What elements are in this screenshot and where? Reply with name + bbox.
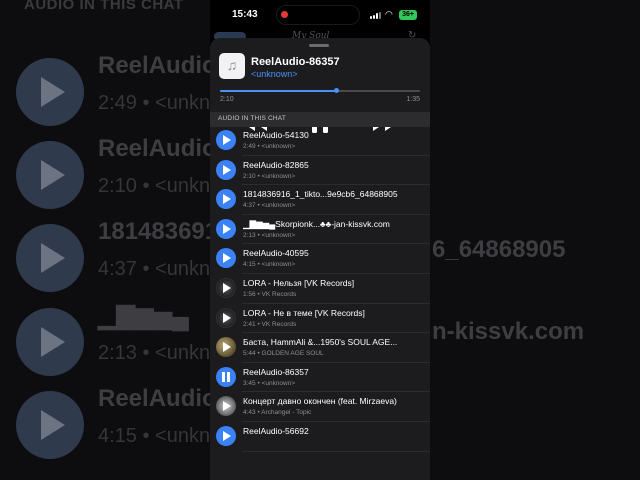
track-title: 1814836916_1_tikto...9e9cb6_64868905 — [243, 189, 398, 200]
track-title: Концерт давно окончен (feat. Mirzaeva) — [243, 396, 397, 407]
background-row-subtitle: 4:15 • <unkn — [98, 425, 211, 447]
track-row[interactable]: LORA - Не в теме [VK Records] 2:41 • VK R… — [210, 304, 430, 334]
wifi-icon: ◠ — [385, 9, 393, 19]
track-row[interactable]: 1814836916_1_tikto...9e9cb6_64868905 4:37… — [210, 185, 430, 215]
background-row-subtitle: 2:49 • <unkn — [98, 92, 211, 114]
track-meta: 2:41 • VK Records — [243, 320, 297, 328]
album-thumbnail-play-icon[interactable] — [216, 307, 236, 328]
duration-time: 1:35 — [406, 96, 420, 103]
play-icon[interactable] — [216, 189, 236, 210]
track-meta: 5:44 • GOLDEN AGE SOUL — [243, 350, 324, 358]
track-row[interactable]: ReelAudio-86357 3:45 • <unknown> — [210, 363, 430, 393]
track-row[interactable]: ReelAudio-40595 4:15 • <unknown> — [210, 244, 430, 274]
recording-indicator-icon — [281, 11, 288, 18]
background-row-title: 181483691 — [98, 218, 219, 245]
background-row-subtitle: 4:37 • <unkn — [98, 258, 211, 280]
play-icon — [16, 224, 84, 292]
track-row[interactable]: ▁▇▆▅▄Skorpionk...♣♣-jan-kissvk.com 2:13 •… — [210, 215, 430, 245]
track-row[interactable]: ReelAudio-54130 2:49 • <unknown> — [210, 126, 430, 156]
track-title: LORA - Не в теме [VK Records] — [243, 307, 365, 318]
track-title: ReelAudio-82865 — [243, 159, 309, 170]
track-meta: 2:13 • <unknown> — [243, 231, 296, 239]
elapsed-time: 2:10 — [220, 96, 234, 103]
track-row[interactable]: ReelAudio-56692 — [210, 422, 430, 452]
background-row-title: ReelAudio — [98, 52, 217, 79]
track-title: ReelAudio-40595 — [243, 248, 309, 259]
track-meta: 2:49 • <unknown> — [243, 143, 296, 150]
track-meta: 3:45 • <unknown> — [243, 379, 296, 387]
progress-fill — [220, 90, 336, 92]
background-row-title: ▁▇▆▅▄ — [98, 303, 189, 330]
album-art: ♫ — [219, 53, 245, 79]
play-icon — [16, 141, 84, 209]
track-row[interactable]: Баста, HammAli &...1950's SOUL AGE... 5:4… — [210, 333, 430, 363]
background-section-header: AUDIO IN THIS CHAT — [24, 0, 184, 13]
battery-icon: 36+ — [399, 10, 417, 20]
progress-scrubber[interactable] — [220, 88, 420, 93]
section-header-label: AUDIO IN THIS CHAT — [218, 115, 287, 122]
track-meta: 2:10 • <unknown> — [243, 172, 296, 180]
background-row-subtitle: 2:10 • <unkn — [98, 175, 211, 197]
now-playing-title: ReelAudio-86357 — [251, 56, 340, 68]
track-row[interactable]: Концерт давно окончен (feat. Mirzaeva) 4:… — [210, 392, 430, 422]
track-meta: 4:15 • <unknown> — [243, 261, 296, 269]
background-row-title: ReelAudio — [98, 135, 217, 162]
pause-icon[interactable] — [216, 366, 236, 387]
play-icon[interactable] — [216, 130, 236, 150]
phone-screen: 15:43 ◠ 36+ My Soul ↻ ♫ ReelAudio-86357 … — [210, 0, 430, 480]
now-playing-artist[interactable]: <unknown> — [251, 69, 298, 79]
row-divider — [242, 450, 430, 452]
track-meta: 4:37 • <unknown> — [243, 202, 296, 210]
album-thumbnail-play-icon[interactable] — [216, 278, 236, 298]
play-icon[interactable] — [216, 159, 236, 180]
background-row-subtitle: 2:13 • <unkn — [98, 342, 211, 364]
background-right-text: 6_64868905 — [432, 236, 566, 263]
play-icon[interactable] — [216, 218, 236, 239]
album-thumbnail-play-icon[interactable] — [216, 396, 236, 417]
track-title: ReelAudio-54130 — [243, 130, 309, 140]
dynamic-island — [276, 5, 360, 25]
track-meta: 1:56 • VK Records — [243, 291, 297, 298]
track-row[interactable]: ReelAudio-82865 2:10 • <unknown> — [210, 156, 430, 186]
track-title: ReelAudio-56692 — [243, 426, 309, 436]
play-icon — [16, 58, 84, 126]
track-title: ReelAudio-86357 — [243, 366, 309, 377]
play-icon — [16, 308, 84, 376]
play-icon[interactable] — [216, 248, 236, 269]
track-title: ▁▇▆▅▄Skorpionk...♣♣-jan-kissvk.com — [243, 218, 390, 229]
section-header: AUDIO IN THIS CHAT — [210, 112, 430, 127]
album-thumbnail-play-icon[interactable] — [216, 337, 236, 358]
status-time: 15:43 — [232, 9, 258, 20]
progress-knob[interactable] — [334, 88, 339, 93]
play-icon — [16, 391, 84, 459]
cellular-signal-icon — [370, 12, 381, 19]
background-row-title: ReelAudio — [98, 385, 217, 412]
track-meta: 4:43 • Archangel - Topic — [243, 409, 312, 417]
sheet-grabber[interactable] — [309, 44, 329, 47]
track-title: LORA - Нельзя [VK Records] — [243, 278, 355, 288]
status-bar: 15:43 ◠ 36+ — [210, 0, 430, 30]
music-note-icon: ♫ — [226, 57, 238, 73]
background-right-text: n-kissvk.com — [432, 318, 585, 345]
track-title: Баста, HammAli &...1950's SOUL AGE... — [243, 337, 398, 348]
play-icon[interactable] — [216, 426, 236, 446]
track-row[interactable]: LORA - Нельзя [VK Records] 1:56 • VK Reco… — [210, 274, 430, 304]
